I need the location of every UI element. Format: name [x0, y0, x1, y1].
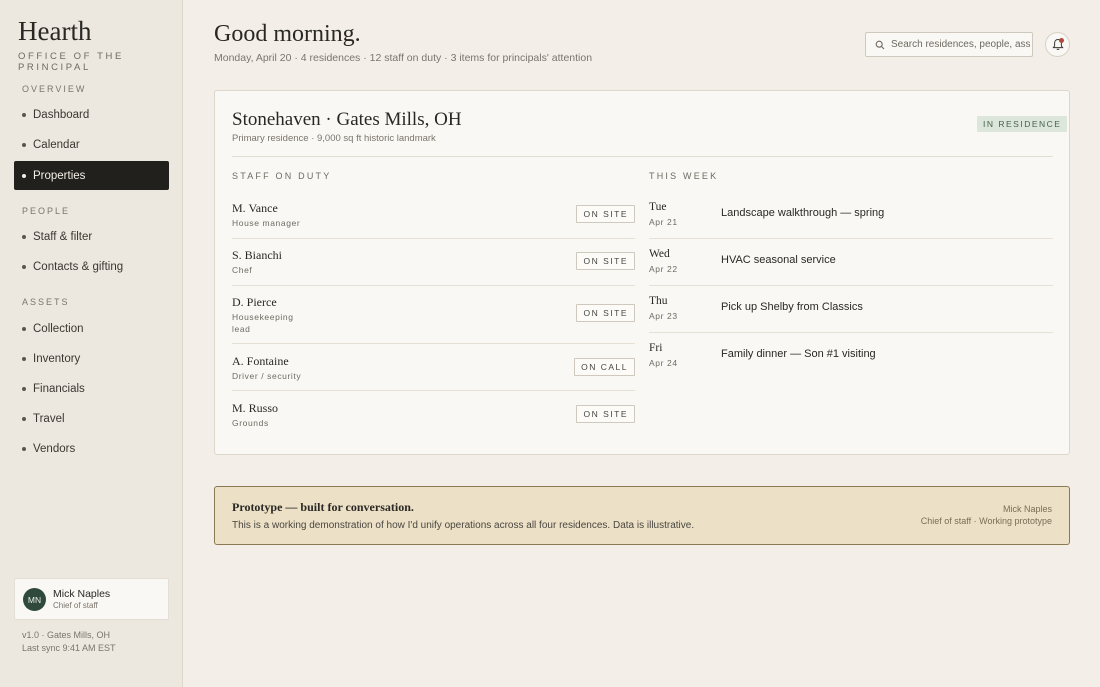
sidebar: Hearth OFFICE OF THE PRINCIPAL OVERVIEW …	[0, 0, 183, 687]
sidebar-item-label: Financials	[33, 382, 85, 395]
staff-role: Housekeeping lead	[232, 312, 294, 334]
sidebar-item-travel[interactable]: Travel	[14, 404, 169, 433]
staff-role: House manager	[232, 218, 301, 228]
notice-title: Prototype — built for conversation.	[232, 500, 414, 514]
sidebar-item-staff[interactable]: Staff & filter	[14, 222, 169, 251]
section-label-overview: OVERVIEW	[22, 84, 87, 94]
brand-logo[interactable]: Hearth	[18, 16, 91, 47]
user-card[interactable]: MN Mick Naples Chief of staff	[14, 578, 169, 620]
section-label-people: PEOPLE	[22, 206, 71, 216]
event-title: Family dinner — Son #1 visiting	[721, 348, 876, 360]
sidebar-item-dashboard[interactable]: Dashboard	[14, 100, 169, 129]
search-input[interactable]	[891, 33, 1031, 56]
staff-name: S. Bianchi	[232, 248, 282, 262]
staff-row[interactable]: D. Pierce Housekeeping lead ON SITE	[232, 295, 635, 344]
event-day: Wed	[649, 248, 670, 260]
duty-status-tag: ON SITE	[576, 205, 635, 223]
sidebar-item-label: Inventory	[33, 352, 81, 365]
prototype-notice: Prototype — built for conversation. This…	[214, 486, 1070, 545]
sidebar-item-label: Vendors	[33, 442, 76, 455]
user-name: Mick Naples	[53, 588, 111, 600]
sidebar-item-label: Travel	[33, 412, 65, 425]
event-day: Thu	[649, 295, 668, 307]
staff-name: D. Pierce	[232, 295, 277, 309]
duty-status-tag: ON SITE	[576, 252, 635, 270]
sidebar-item-inventory[interactable]: Inventory	[14, 344, 169, 373]
sync-status: Last sync 9:41 AM EST	[22, 643, 116, 653]
property-title[interactable]: Stonehaven · Gates Mills, OH	[232, 109, 462, 131]
bullet-icon	[22, 143, 26, 147]
sidebar-item-label: Staff & filter	[33, 230, 93, 243]
staff-name: M. Vance	[232, 201, 278, 215]
staff-name: M. Russo	[232, 401, 279, 415]
staff-section-label: STAFF ON DUTY	[232, 171, 332, 181]
event-date: Apr 22	[649, 264, 678, 274]
notice-body: This is a working demonstration of how I…	[232, 520, 695, 531]
event-day: Tue	[649, 201, 667, 213]
event-title: Landscape walkthrough — spring	[721, 207, 885, 219]
bullet-icon	[22, 357, 26, 361]
staff-role: Chef	[232, 265, 253, 275]
notifications-button[interactable]	[1045, 32, 1070, 57]
duty-status-tag: ON SITE	[576, 405, 635, 423]
notice-signature-role: Chief of staff · Working prototype	[920, 516, 1052, 526]
divider	[232, 156, 1053, 157]
bullet-icon	[22, 174, 26, 178]
sidebar-item-properties[interactable]: Properties	[14, 161, 169, 190]
bullet-icon	[22, 417, 26, 421]
staff-row[interactable]: S. Bianchi Chef ON SITE	[232, 248, 635, 286]
calendar-event-row[interactable]: Thu Apr 23 Pick up Shelby from Classics	[649, 295, 1053, 333]
user-role: Chief of staff	[53, 601, 98, 610]
page-summary: Monday, April 20 · 4 residences · 12 sta…	[214, 52, 593, 64]
page-title: Good morning.	[214, 21, 361, 47]
bullet-icon	[22, 447, 26, 451]
calendar-event-row[interactable]: Wed Apr 22 HVAC seasonal service	[649, 248, 1053, 286]
staff-name: A. Fontaine	[232, 354, 289, 368]
search-icon	[875, 40, 885, 50]
sidebar-item-financials[interactable]: Financials	[14, 374, 169, 403]
brand-subtitle: OFFICE OF THE PRINCIPAL	[18, 51, 124, 73]
calendar-event-row[interactable]: Fri Apr 24 Family dinner — Son #1 visiti…	[649, 342, 1053, 380]
avatar: MN	[23, 588, 46, 611]
duty-status-tag: ON CALL	[574, 358, 635, 376]
staff-row[interactable]: M. Vance House manager ON SITE	[232, 201, 635, 239]
sidebar-item-vendors[interactable]: Vendors	[14, 434, 169, 463]
staff-role: Driver / security	[232, 371, 302, 381]
bullet-icon	[22, 113, 26, 117]
staff-row[interactable]: M. Russo Grounds ON SITE	[232, 401, 635, 439]
event-day: Fri	[649, 342, 663, 354]
bullet-icon	[22, 387, 26, 391]
property-subtitle: Primary residence · 9,000 sq ft historic…	[232, 133, 436, 144]
duty-status-tag: ON SITE	[576, 304, 635, 322]
sidebar-item-label: Collection	[33, 322, 84, 335]
status-badge: IN RESIDENCE	[977, 116, 1068, 132]
bullet-icon	[22, 265, 26, 269]
calendar-event-row[interactable]: Tue Apr 21 Landscape walkthrough — sprin…	[649, 201, 1053, 239]
sidebar-item-calendar[interactable]: Calendar	[14, 130, 169, 159]
notification-dot	[1059, 38, 1064, 43]
sidebar-item-label: Calendar	[33, 138, 80, 151]
sidebar-item-label: Dashboard	[33, 108, 90, 121]
bullet-icon	[22, 235, 26, 239]
property-card: Stonehaven · Gates Mills, OH Primary res…	[214, 90, 1070, 455]
event-title: Pick up Shelby from Classics	[721, 301, 863, 313]
sidebar-item-label: Contacts & gifting	[33, 260, 124, 273]
event-date: Apr 24	[649, 358, 678, 368]
event-date: Apr 21	[649, 217, 678, 227]
notice-signature-name: Mick Naples	[1002, 504, 1052, 514]
section-label-assets: ASSETS	[22, 297, 70, 307]
search-box[interactable]	[865, 32, 1033, 57]
staff-row[interactable]: A. Fontaine Driver / security ON CALL	[232, 354, 635, 391]
week-section-label: THIS WEEK	[649, 171, 719, 181]
bullet-icon	[22, 327, 26, 331]
staff-role: Grounds	[232, 418, 269, 428]
event-title: HVAC seasonal service	[721, 254, 836, 266]
sidebar-item-contacts[interactable]: Contacts & gifting	[14, 252, 169, 281]
version-info: v1.0 · Gates Mills, OH	[22, 630, 111, 640]
event-date: Apr 23	[649, 311, 678, 321]
sidebar-item-label: Properties	[33, 169, 86, 182]
sidebar-item-collection[interactable]: Collection	[14, 314, 169, 343]
